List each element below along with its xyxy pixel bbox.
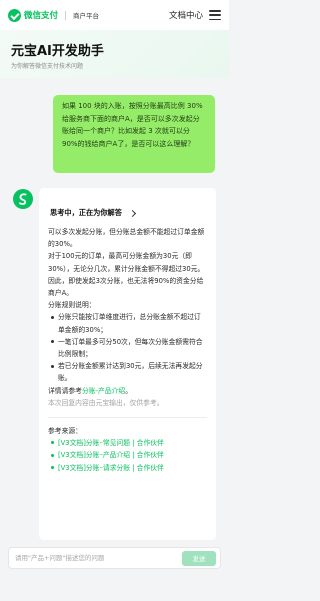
page-title: 元宝AI开发助手: [11, 44, 104, 59]
disclaimer: 本次回复内容由元宝输出，仅供参考。: [48, 398, 164, 407]
answer-paragraph: 对于100元的订单，最高可分账金额为30元（即30%），无论分几次，累计分账金额…: [48, 252, 205, 298]
references-title: 参考来源：: [48, 426, 82, 435]
rule-item: 若已分账金额累计达到30元，后续无法再发起分账。: [48, 360, 207, 384]
top-bar: 微信支付 商户平台 文档中心: [0, 0, 229, 30]
thinking-status-label: 思考中，正在为你解答: [50, 208, 122, 217]
chevron-right-icon: [128, 209, 136, 217]
question-input-bar: 发送: [8, 547, 221, 569]
reference-link[interactable]: [V3文档]分账–请求分账 | 合作伙伴: [48, 462, 207, 475]
doc-center-link[interactable]: 文档中心: [169, 9, 203, 21]
divider: [48, 416, 207, 418]
rule-item: 一笔订单最多可分50次，但每次分账金额需符合比例限制；: [48, 336, 207, 360]
menu-icon[interactable]: [209, 10, 221, 20]
page-subtitle: 为你解答微信支付技术问题: [11, 63, 84, 70]
detail-reference: 详情请参考分账-产品介绍。: [48, 385, 207, 397]
wechat-pay-logo-icon: [8, 8, 21, 22]
send-button[interactable]: 发送: [182, 550, 216, 566]
rules-list: 分账只能按订单维度进行，总分账金额不超过订单金额的30%； 一笔订单最多可分50…: [48, 311, 207, 384]
bot-avatar-icon: [13, 189, 33, 209]
bot-message-bubble: 思考中，正在为你解答 可以多次发起分账，但分账总金额不能超过订单金额的30%。 …: [39, 188, 216, 540]
brand-name: 微信支付: [24, 11, 59, 21]
page-header: 元宝AI开发助手 为你解答微信支付技术问题: [0, 30, 229, 78]
answer-paragraph: 可以多次发起分账，但分账总金额不能超过订单金额的30%。: [48, 228, 205, 249]
user-message-bubble: 如果 100 块的入账，按照分账最高比例 30% 给服务商下面的商户A，是否可以…: [53, 95, 215, 173]
reference-link[interactable]: [V3文档]分账–常见问题 | 合作伙伴: [48, 437, 207, 450]
brand[interactable]: 微信支付 商户平台: [8, 8, 100, 22]
brand-subtitle: 商户平台: [73, 12, 100, 20]
rule-item: 分账只能按订单维度进行，总分账金额不超过订单金额的30%；: [48, 311, 207, 335]
brand-divider: [65, 10, 67, 20]
references-list: [V3文档]分账–常见问题 | 合作伙伴 [V3文档]分账–产品介绍 | 合作伙…: [48, 437, 207, 475]
reference-link[interactable]: [V3文档]分账–产品介绍 | 合作伙伴: [48, 449, 207, 462]
detail-suffix: 。: [125, 386, 133, 395]
detail-link[interactable]: 分账-产品介绍: [82, 387, 125, 395]
thinking-status[interactable]: 思考中，正在为你解答: [50, 206, 207, 220]
answer-paragraph: 分账规则说明：: [48, 301, 96, 310]
topbar-actions: 文档中心: [169, 9, 221, 21]
bot-answer: 可以多次发起分账，但分账总金额不能超过订单金额的30%。 对于100元的订单，最…: [48, 226, 207, 474]
question-input[interactable]: [15, 554, 182, 562]
detail-prefix: 详情请参考: [48, 386, 82, 395]
